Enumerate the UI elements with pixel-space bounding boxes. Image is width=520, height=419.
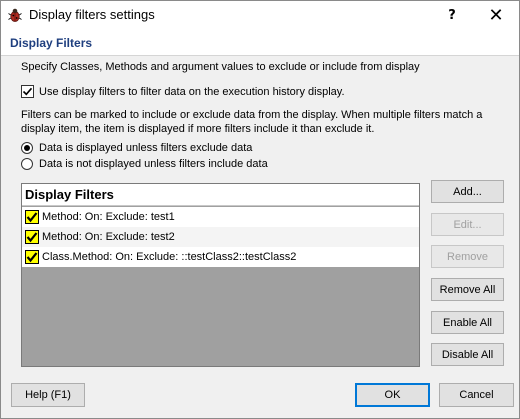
close-button[interactable]: ✕ bbox=[475, 1, 517, 30]
radio-selected-dot bbox=[24, 145, 30, 151]
section-header: Display Filters bbox=[1, 30, 519, 56]
disable-all-button[interactable]: Disable All bbox=[431, 343, 504, 366]
item-label: Class.Method: On: Exclude: ::testClass2:… bbox=[42, 251, 297, 263]
window-title: Display filters settings bbox=[29, 7, 155, 22]
list-item[interactable]: Method: On: Exclude: test2 bbox=[22, 227, 419, 247]
description-text: Specify Classes, Methods and argument va… bbox=[21, 61, 420, 73]
checkmark-icon bbox=[26, 252, 38, 263]
use-filters-checkbox[interactable] bbox=[21, 85, 34, 98]
filters-listbox[interactable]: Display Filters Method: On: Exclude: tes… bbox=[21, 183, 420, 367]
add-button[interactable]: Add... bbox=[431, 180, 504, 203]
item-checkbox[interactable] bbox=[25, 210, 39, 224]
list-item[interactable]: Method: On: Exclude: test1 bbox=[22, 207, 419, 227]
radio-label: Data is displayed unless filters exclude… bbox=[39, 142, 253, 154]
dialog-window: Display filters settings ? ✕ Display Fil… bbox=[0, 0, 520, 419]
use-filters-label: Use display filters to filter data on th… bbox=[39, 85, 345, 98]
checkmark-icon bbox=[26, 212, 38, 223]
checkmark-icon bbox=[22, 87, 33, 96]
radio-option-hidden-unless-included[interactable]: Data is not displayed unless filters inc… bbox=[21, 158, 268, 170]
item-label: Method: On: Exclude: test1 bbox=[42, 211, 175, 223]
cancel-button[interactable]: Cancel bbox=[439, 383, 514, 407]
checkmark-icon bbox=[26, 232, 38, 243]
title-bar: Display filters settings ? ✕ bbox=[1, 1, 519, 30]
list-header: Display Filters bbox=[22, 184, 419, 206]
section-title: Display Filters bbox=[10, 36, 93, 50]
use-filters-option[interactable]: Use display filters to filter data on th… bbox=[21, 85, 345, 98]
help-button[interactable]: Help (F1) bbox=[11, 383, 85, 407]
filters-explanation: Filters can be marked to include or excl… bbox=[21, 109, 483, 135]
item-label: Method: On: Exclude: test2 bbox=[42, 231, 175, 243]
bug-app-icon bbox=[7, 7, 23, 23]
radio-button[interactable] bbox=[21, 158, 33, 170]
remove-all-button[interactable]: Remove All bbox=[431, 278, 504, 301]
radio-label: Data is not displayed unless filters inc… bbox=[39, 158, 268, 170]
radio-option-display-unless-excluded[interactable]: Data is displayed unless filters exclude… bbox=[21, 142, 252, 154]
list-item[interactable]: Class.Method: On: Exclude: ::testClass2:… bbox=[22, 247, 419, 267]
item-checkbox[interactable] bbox=[25, 230, 39, 244]
radio-button[interactable] bbox=[21, 142, 33, 154]
remove-button[interactable]: Remove bbox=[431, 245, 504, 268]
help-title-button[interactable]: ? bbox=[431, 1, 473, 30]
ok-button[interactable]: OK bbox=[355, 383, 430, 407]
item-checkbox[interactable] bbox=[25, 250, 39, 264]
edit-button[interactable]: Edit... bbox=[431, 213, 504, 236]
enable-all-button[interactable]: Enable All bbox=[431, 311, 504, 334]
